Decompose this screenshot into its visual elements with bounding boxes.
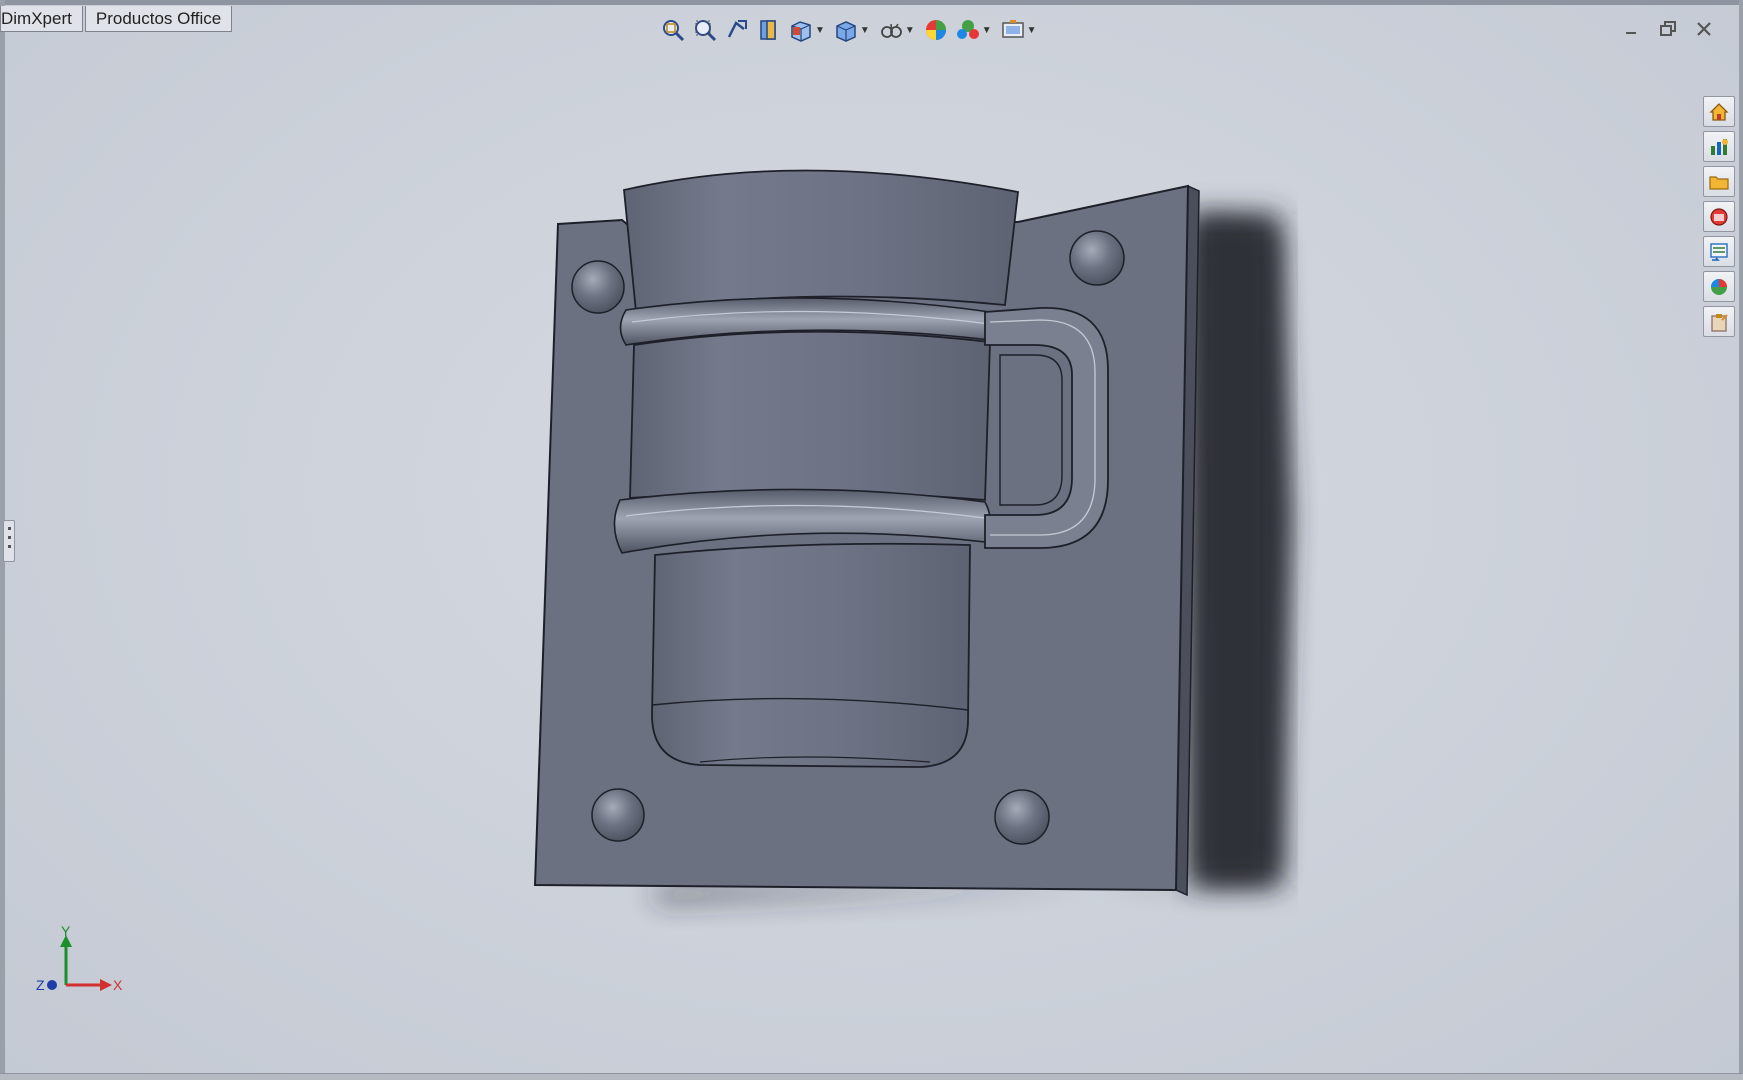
mold-plate-model[interactable] <box>0 0 1743 1080</box>
triad-x-label: X <box>113 977 123 993</box>
pin-top-left <box>571 260 625 314</box>
cup-lower-body <box>651 542 971 768</box>
triad-z-label: Z <box>36 977 45 993</box>
x-axis-arrow <box>100 979 112 991</box>
pin-top-right <box>1069 230 1125 286</box>
z-axis <box>47 980 57 990</box>
coordinate-triad: Y X Z <box>36 925 123 993</box>
cup-upper-body <box>623 169 1019 314</box>
handle-opening <box>999 354 1063 506</box>
pin-bottom-right <box>994 789 1050 845</box>
cup-middle-body <box>629 330 991 501</box>
pin-bottom-left <box>591 788 645 842</box>
triad-y-label: Y <box>61 925 71 939</box>
